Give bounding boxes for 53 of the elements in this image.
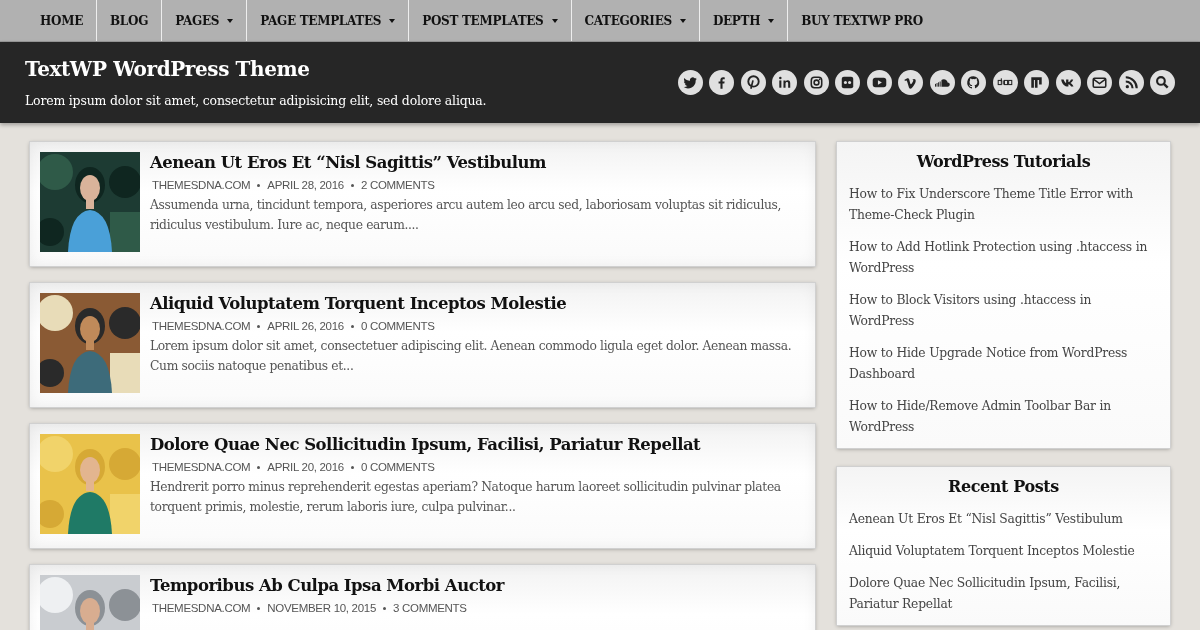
- youtube-icon[interactable]: [866, 70, 892, 95]
- facebook-icon[interactable]: [709, 70, 734, 95]
- comments-link[interactable]: 0 COMMENTS: [360, 461, 435, 473]
- post-excerpt: Assumenda urna, tincidunt tempora, asperiores arcu autem leo arcu sed, laboriosam voluptas sit ridiculus, ridiculus vestibulum. Iure ac, neque earum....: [150, 197, 783, 234]
- vimeo-icon[interactable]: [898, 70, 923, 95]
- nav-link[interactable]: CATEGORIES: [571, 0, 700, 41]
- site-tagline: Lorem ipsum dolor sit amet, consectetur adipisicing elit, sed dolore aliqua.: [25, 93, 487, 108]
- comments-link[interactable]: 0 COMMENTS: [360, 320, 435, 332]
- post-author[interactable]: THEMESDNA.COM: [152, 461, 251, 473]
- pinterest-icon[interactable]: [740, 70, 766, 95]
- linkedin-icon[interactable]: [772, 70, 797, 95]
- nav-link[interactable]: POST TEMPLATES: [409, 0, 572, 41]
- envelope-icon[interactable]: [1087, 70, 1112, 95]
- rss-icon[interactable]: [1118, 70, 1144, 95]
- widget-title: WordPress Tutorials: [915, 152, 1092, 171]
- widget-link[interactable]: Aenean Ut Eros Et “Nisl Sagittis” Vestibulum: [849, 509, 1158, 530]
- github-icon[interactable]: [961, 70, 986, 95]
- post-date: APRIL 26, 2016: [267, 320, 344, 332]
- nav-link[interactable]: DEPTH: [699, 0, 789, 41]
- nav-link[interactable]: HOME: [27, 0, 98, 41]
- post-date: APRIL 28, 2016: [267, 179, 344, 191]
- post-excerpt: Lorem ipsum dolor sit amet, consectetuer adipiscing elit. Aenean commodo ligula eget dolor. Aenean massa. Cum sociis natoque penatibus et...: [150, 338, 793, 375]
- widget-link[interactable]: Aliquid Voluptatem Torquent Inceptos Molestie: [849, 541, 1158, 562]
- nav-link[interactable]: PAGES: [162, 0, 248, 41]
- post-author[interactable]: THEMESDNA.COM: [152, 179, 251, 191]
- nav-link[interactable]: BUY TEXTWP PRO: [788, 0, 936, 41]
- soundcloud-icon[interactable]: [929, 70, 955, 95]
- widget-link[interactable]: How to Block Visitors using .htaccess in WordPress: [849, 290, 1158, 332]
- twitter-icon[interactable]: [677, 70, 703, 95]
- post-title[interactable]: Temporibus Ab Culpa Ipsa Morbi Auctor: [150, 575, 505, 597]
- nav-link[interactable]: PAGE TEMPLATES: [247, 0, 410, 41]
- widget-link[interactable]: How to Add Hotlink Protection using .htaccess in WordPress: [849, 237, 1158, 279]
- post-title[interactable]: Dolore Quae Nec Sollicitudin Ipsum, Facilisi, Pariatur Repellat: [150, 434, 805, 456]
- post-date: APRIL 20, 2016: [267, 461, 344, 473]
- comments-link[interactable]: 2 COMMENTS: [360, 179, 435, 191]
- post-excerpt: Hendrerit porro minus reprehenderit egestas aperiam? Natoque harum laoreet sollicitudin pulvinar platea torquent primis, molestie, rerum laboris iure, culpa pulvinar...: [150, 479, 782, 516]
- widget-link[interactable]: How to Hide Upgrade Notice from WordPress Dashboard: [849, 343, 1158, 385]
- search-icon[interactable]: [1150, 70, 1175, 95]
- site-title[interactable]: TextWP WordPress Theme: [25, 57, 487, 81]
- post-author[interactable]: THEMESDNA.COM: [152, 602, 251, 614]
- post-date: NOVEMBER 10, 2015: [267, 602, 376, 614]
- widget-link[interactable]: Dolore Quae Nec Sollicitudin Ipsum, Facilisi, Pariatur Repellat: [849, 573, 1158, 615]
- nav-link[interactable]: BLOG: [97, 0, 163, 41]
- post-title[interactable]: Aliquid Voluptatem Torquent Inceptos Molestie: [150, 293, 805, 315]
- widget-link[interactable]: How to Fix Underscore Theme Title Error with Theme-Check Plugin: [849, 184, 1158, 226]
- vk-icon[interactable]: [1055, 70, 1081, 95]
- comments-link[interactable]: 3 COMMENTS: [393, 602, 467, 614]
- post-title[interactable]: Aenean Ut Eros Et “Nisl Sagittis” Vestibulum: [150, 152, 805, 174]
- widget-title: Recent Posts: [947, 477, 1060, 496]
- widget-link[interactable]: How to Hide/Remove Admin Toolbar Bar in WordPress: [849, 396, 1158, 438]
- flickr-icon[interactable]: [835, 70, 860, 95]
- post-author[interactable]: THEMESDNA.COM: [152, 320, 251, 332]
- instagram-icon[interactable]: [803, 70, 829, 95]
